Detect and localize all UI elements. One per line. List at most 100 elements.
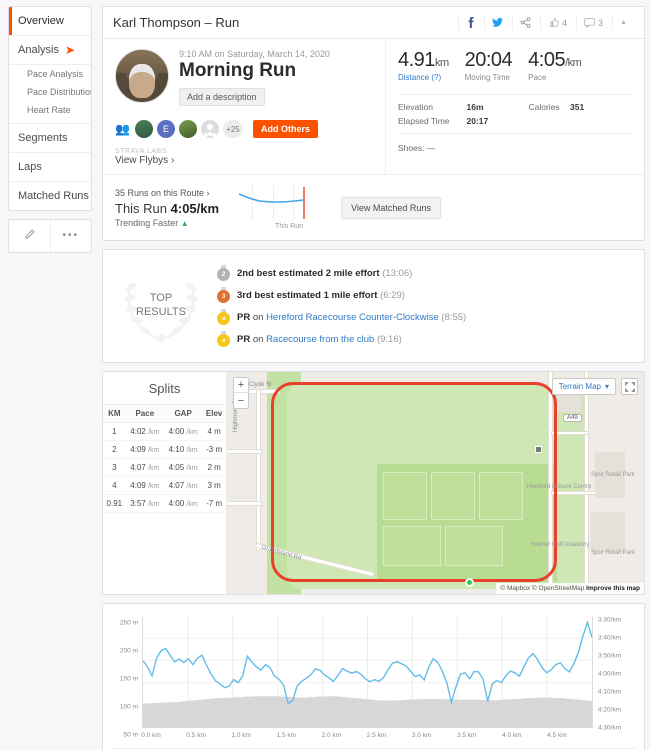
achievement-text: PR [237, 311, 251, 323]
column-header-km[interactable]: KM [103, 404, 126, 423]
y-tick-left: 250 m [119, 619, 138, 627]
stat-label[interactable]: Distance (?) [398, 73, 449, 82]
more-options-button[interactable]: ••• [51, 220, 92, 252]
trend-text: Trending Faster [115, 217, 179, 228]
split-elev: 2 m [202, 458, 226, 477]
participants-row: 👥 E +25 Add Others [115, 120, 373, 138]
top-results-title-1: TOP [149, 292, 173, 305]
x-tick: 1.0 km [231, 732, 251, 739]
sidebar-actions: ••• [8, 219, 92, 253]
split-pace: 4:09 /km [125, 476, 164, 495]
sidebar-item-pace-analysis[interactable]: Pace Analysis [9, 65, 91, 83]
chevron-up-icon: ▲ [620, 19, 627, 26]
twitter-share-icon[interactable] [484, 14, 510, 31]
stat-value: 20:04 [464, 49, 513, 71]
runs-on-route-link[interactable]: 35 Runs on this Route › [115, 188, 219, 198]
achievements-list: 2 2nd best estimated 2 mile effort (13:0… [217, 262, 632, 350]
achievement-text: 2nd best estimated 2 mile effort [237, 267, 380, 279]
y-tick-right: 4:00/km [598, 670, 622, 678]
sidebar-item-segments[interactable]: Segments [9, 124, 91, 153]
achievement-time: (9:16) [376, 333, 402, 345]
edit-activity-button[interactable] [9, 220, 51, 252]
column-header-pace[interactable]: Pace [125, 404, 164, 423]
table-row[interactable]: 0.91 3:57 /km 4:00 /km -7 m [103, 494, 226, 513]
avatar[interactable] [115, 49, 169, 103]
stat-unit: km [434, 57, 449, 69]
zoom-out-button[interactable]: − [234, 393, 248, 408]
y-tick-right: 3:30/km [598, 616, 622, 624]
sidebar-item-matched-runs[interactable]: Matched Runs [9, 182, 91, 210]
splits-table: KM Pace GAP Elev 1 4:02 /km 4:00 /km 4 m 2 4:… [103, 404, 226, 513]
table-row[interactable]: 2 4:09 /km 4:10 /km -3 m [103, 440, 226, 459]
route-sparkline [233, 185, 313, 221]
split-elev: 4 m [202, 422, 226, 441]
add-description-button[interactable]: Add a description [179, 88, 265, 106]
sidebar-item-laps[interactable]: Laps [9, 153, 91, 182]
list-item: ★ PR on Hereford Racecourse Counter-Cloc… [217, 306, 632, 328]
participant-avatar[interactable] [200, 120, 219, 138]
map-attribution-text: © Mapbox © OpenStreetMap [500, 585, 587, 592]
participant-avatar[interactable]: E [156, 120, 175, 138]
table-row: Elapsed Time 20:17 [398, 114, 632, 128]
thumbs-up-icon [550, 17, 559, 28]
sidebar-nav: Overview Analysis ➤ Pace Analysis Pace D… [8, 6, 92, 211]
map-poi-label: Spur Retail Park [591, 550, 635, 556]
facebook-icon [468, 17, 474, 28]
stat-key: Elevation [398, 102, 433, 112]
column-header-gap[interactable]: GAP [163, 404, 203, 423]
stat-key: Elapsed Time [398, 116, 450, 126]
sidebar-item-heart-rate[interactable]: Heart Rate [9, 101, 91, 124]
table-row[interactable]: 4 4:09 /km 4:07 /km 3 m [103, 476, 226, 495]
sparkline-label: This Run [275, 223, 304, 230]
split-km: 2 [103, 440, 126, 459]
map-route-line [271, 382, 557, 582]
sidebar-item-analysis[interactable]: Analysis ➤ [9, 36, 91, 65]
sidebar-item-overview[interactable]: Overview [9, 7, 91, 36]
facebook-share-icon[interactable] [458, 14, 482, 31]
stat-value: 351 [570, 102, 585, 112]
chart-plot-area[interactable] [142, 616, 593, 728]
participant-avatar[interactable] [178, 120, 197, 138]
map-street-label: Clyde St [249, 382, 272, 388]
map-layer-select[interactable]: Terrain Map ▾ [551, 378, 616, 395]
more-participants-badge[interactable]: +25 [222, 120, 243, 138]
labs-kicker: STRAVA LABS [115, 148, 167, 155]
y-tick-right: 3:50/km [598, 652, 622, 660]
map-road [227, 502, 261, 505]
split-pace: 4:02 /km [125, 422, 164, 441]
sidebar-item-label: Pace Distribution [27, 87, 92, 97]
flag-icon: ➤ [64, 43, 76, 57]
chart[interactable]: 250 m 200 m 150 m 100 m 50 m 3:30/km 3:40/km 3… [111, 616, 636, 746]
this-run-value: 4:05/km [170, 200, 220, 216]
table-row[interactable]: 1 4:02 /km 4:00 /km 4 m [103, 422, 226, 441]
splits-map-card: Splits KM Pace GAP Elev 1 4:02 /km 4:00 /k… [102, 371, 645, 595]
view-matched-runs-button[interactable]: View Matched Runs [341, 196, 441, 219]
table-row[interactable]: 3 4:07 /km 4:05 /km 2 m [103, 458, 226, 477]
map-poi-label: Hereford Leisure Centre [527, 484, 592, 490]
y-tick-left: 200 m [119, 647, 138, 655]
improve-map-link[interactable]: Improve this map [586, 585, 640, 592]
map-fullscreen-button[interactable] [621, 378, 638, 395]
add-others-button[interactable]: Add Others [252, 120, 318, 138]
collapse-button[interactable]: ▲ [612, 16, 634, 29]
share-button[interactable] [512, 14, 538, 31]
column-header-elev[interactable]: Elev [202, 404, 226, 423]
stat-label: Pace [528, 73, 547, 82]
split-gap: 4:00 /km [163, 422, 203, 441]
activity-map[interactable]: Highmore St Grandstand Rd Clyde St A49 H… [227, 372, 644, 594]
kudos-button[interactable]: 4 [540, 14, 574, 31]
sidebar-item-pace-distribution[interactable]: Pace Distribution [9, 83, 91, 101]
map-start-marker [465, 578, 474, 587]
participant-avatar[interactable] [134, 120, 153, 138]
comment-button[interactable]: 3 [576, 14, 610, 31]
top-results-card: TOP RESULTS 2 2nd best estimated 2 mile … [102, 249, 645, 363]
chart-x-axis: 0.0 km 0.5 km 1.0 km 1.5 km 2.0 km 2.5 km 3.0 … [141, 730, 593, 744]
view-flybys-link[interactable]: View Flybys › [115, 155, 373, 166]
activity-details: 9:10 AM on Saturday, March 14, 2020 Morn… [103, 39, 386, 174]
segment-link[interactable]: Racecourse from the club [266, 334, 374, 345]
x-tick: 1.5 km [276, 732, 297, 739]
split-gap: 4:05 /km [163, 458, 203, 477]
zoom-in-button[interactable]: + [234, 378, 248, 393]
map-road [257, 390, 260, 550]
segment-link[interactable]: Hereford Racecourse Counter-Clockwise [266, 312, 439, 323]
